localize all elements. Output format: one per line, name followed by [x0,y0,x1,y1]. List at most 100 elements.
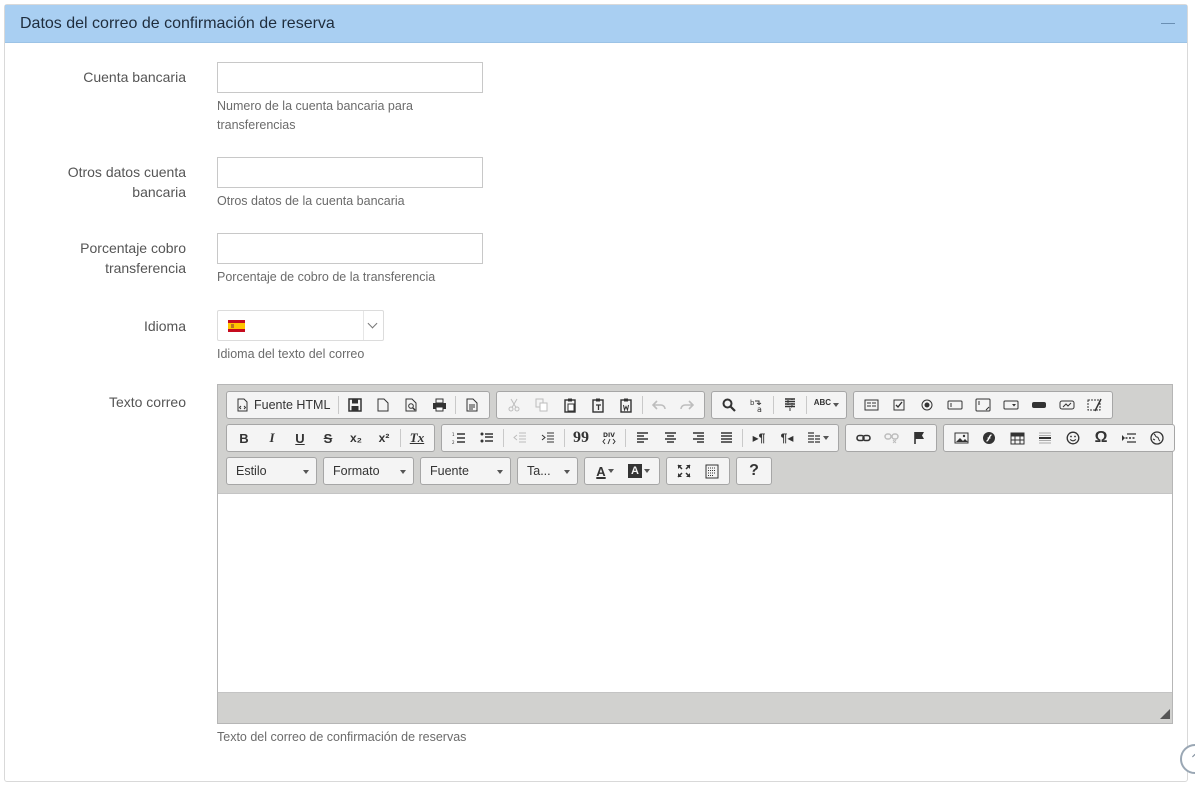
replace-button[interactable]: ba [743,393,771,417]
new-page-button[interactable] [369,393,397,417]
remove-format-button[interactable]: Tx [403,426,431,450]
superscript-button[interactable]: x² [370,426,398,450]
bulleted-list-button[interactable] [473,426,501,450]
size-combo[interactable]: Ta... [517,457,578,485]
table-button[interactable] [1003,426,1031,450]
paste-text-button[interactable] [584,393,612,417]
text-color-icon: A [596,463,606,479]
otros-datos-input[interactable] [217,157,483,188]
select-all-button[interactable] [776,393,804,417]
button-field-button[interactable] [1025,393,1053,417]
textfield-button[interactable] [941,393,969,417]
format-combo[interactable]: Formato [323,457,414,485]
blockquote-button[interactable]: 99 [567,426,595,450]
maximize-button[interactable] [670,459,698,483]
language-button[interactable] [801,426,835,450]
caret-down-icon [303,470,309,474]
source-html-button[interactable]: Fuente HTML [230,393,336,417]
save-button[interactable] [341,393,369,417]
radio-button[interactable] [913,393,941,417]
smiley-button[interactable] [1059,426,1087,450]
print-button[interactable] [425,393,453,417]
new-page-icon [377,398,389,412]
cuenta-bancaria-help: Numero de la cuenta bancaria para transf… [217,99,413,132]
special-char-button[interactable]: Ω [1087,426,1115,450]
show-blocks-icon [705,464,719,478]
format-combo-label: Formato [333,464,380,478]
text-color-button[interactable]: A [588,459,622,483]
style-combo[interactable]: Estilo [226,457,317,485]
caret-down-icon [497,470,503,474]
image-button[interactable] [947,426,975,450]
textfield-icon [947,400,963,410]
image-button-field-button[interactable] [1053,393,1081,417]
language-icon [808,431,820,443]
spain-flag-icon [228,320,245,332]
copy-button[interactable] [528,393,556,417]
page-break-button[interactable] [1115,426,1143,450]
ltr-button[interactable]: ▸¶ [745,426,773,450]
cut-button[interactable] [500,393,528,417]
align-right-icon [692,432,704,443]
find-button[interactable] [715,393,743,417]
justify-button[interactable] [712,426,740,450]
undo-button[interactable] [645,393,673,417]
strikethrough-button[interactable]: S [314,426,342,450]
help-button[interactable]: ? [740,459,768,483]
outdent-button[interactable] [506,426,534,450]
anchor-button[interactable] [905,426,933,450]
clipboard-group [496,391,706,419]
paste-button[interactable] [556,393,584,417]
checkbox-button[interactable] [885,393,913,417]
link-button[interactable] [849,426,877,450]
form-button[interactable] [857,393,885,417]
div-container-button[interactable]: DIV [595,426,623,450]
about-group: ? [736,457,772,485]
print-icon [432,398,446,412]
iframe-button[interactable] [1143,426,1171,450]
show-blocks-button[interactable] [698,459,726,483]
font-combo[interactable]: Fuente [420,457,511,485]
align-right-button[interactable] [684,426,712,450]
editor-content-area[interactable] [218,493,1172,693]
idioma-label: Idioma [143,318,186,334]
unlink-button[interactable] [877,426,905,450]
idioma-select[interactable] [217,310,384,341]
replace-icon: ba [750,399,762,413]
horizontal-rule-button[interactable] [1031,426,1059,450]
paragraph-group: 12 99 DIV ▸¶ ¶◂ [441,424,839,452]
bg-color-button[interactable]: A [622,459,656,483]
hidden-field-button[interactable] [1081,393,1109,417]
tools-group [666,457,730,485]
align-center-button[interactable] [656,426,684,450]
italic-button[interactable]: I [258,426,286,450]
basic-styles-group: B I U S x₂ x² Tx [226,424,435,452]
preview-button[interactable] [397,393,425,417]
form-icon [864,399,879,411]
flash-button[interactable] [975,426,1003,450]
numbered-list-button[interactable]: 12 [445,426,473,450]
otros-datos-label: Otros datos cuenta bancaria [67,164,186,200]
subscript-button[interactable]: x₂ [342,426,370,450]
indent-button[interactable] [534,426,562,450]
bold-button[interactable]: B [230,426,258,450]
smiley-icon [1066,431,1080,445]
redo-button[interactable] [673,393,701,417]
align-left-button[interactable] [628,426,656,450]
document-group: Fuente HTML [226,391,491,419]
toolbar-row-2: B I U S x₂ x² Tx 12 99 DIV ▸¶ ¶◂ Ω [226,424,1175,452]
templates-button[interactable] [458,393,486,417]
select-field-button[interactable] [997,393,1025,417]
textarea-button[interactable] [969,393,997,417]
paste-word-button[interactable] [612,393,640,417]
spellcheck-button[interactable]: ABC [809,393,843,417]
chevron-up-icon: ⌃ [1189,750,1195,767]
rtl-button[interactable]: ¶◂ [773,426,801,450]
texto-correo-help: Texto del correo de confirmación de rese… [217,730,467,744]
porcentaje-input[interactable] [217,233,483,264]
cuenta-bancaria-input[interactable] [217,62,483,93]
insert-group: Ω [943,424,1175,452]
underline-button[interactable]: U [286,426,314,450]
resize-handle-icon[interactable] [1160,709,1170,719]
minus-icon[interactable] [1161,16,1175,30]
